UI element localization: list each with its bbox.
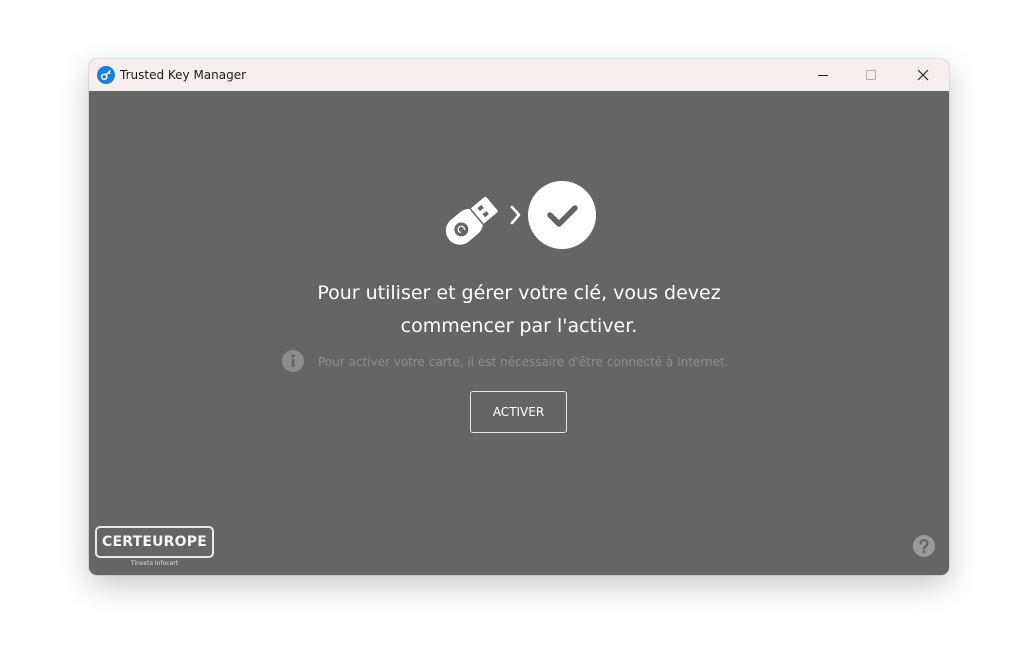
close-button[interactable]	[899, 59, 947, 91]
window-title: Trusted Key Manager	[120, 68, 247, 82]
check-circle-icon	[528, 181, 596, 249]
internet-notice: Pour activer votre carte, il est nécessa…	[282, 350, 782, 374]
usb-key-icon	[445, 196, 498, 245]
close-icon	[917, 69, 929, 81]
headline-line-1: Pour utiliser et gérer votre clé, vous d…	[317, 282, 721, 304]
activate-button[interactable]: ACTIVER	[470, 391, 567, 433]
headline-line-2: commencer par l'activer.	[400, 315, 638, 337]
logo-subtext: Tinexta Infocert	[130, 560, 179, 567]
hero-illustration	[445, 181, 596, 249]
info-icon	[282, 350, 304, 372]
logo-wordmark: CERTEUROPE	[95, 526, 214, 558]
internet-notice-text: Pour activer votre carte, il est nécessa…	[318, 355, 729, 369]
certeurope-logo: CERTEUROPE Tinexta Infocert	[95, 526, 214, 572]
key-app-icon	[97, 66, 115, 84]
chevron-right-icon	[510, 205, 521, 225]
minimize-icon	[818, 75, 828, 76]
maximize-button[interactable]	[847, 59, 895, 91]
app-window: Trusted Key Manager Pour utiliser et gér…	[89, 59, 949, 575]
title-bar[interactable]: Trusted Key Manager	[89, 59, 949, 91]
activation-headline: Pour utiliser et gérer votre clé, vous d…	[219, 277, 819, 343]
minimize-button[interactable]	[799, 59, 847, 91]
maximize-icon	[866, 70, 876, 80]
help-icon[interactable]	[913, 535, 935, 557]
